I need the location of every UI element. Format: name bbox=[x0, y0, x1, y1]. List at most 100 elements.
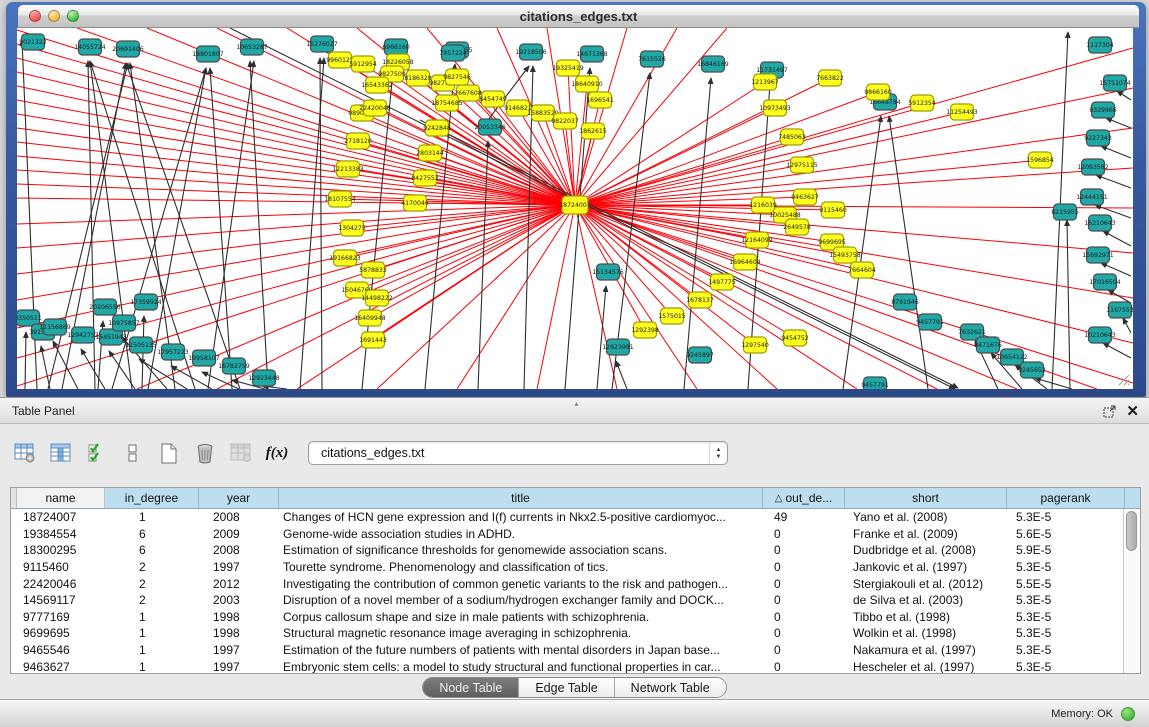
cell-year[interactable]: 2003 bbox=[199, 593, 279, 607]
graph-node[interactable]: 12923448 bbox=[248, 370, 280, 386]
graph-node[interactable]: 8215955 bbox=[1051, 204, 1079, 220]
graph-node[interactable]: 1304275 bbox=[338, 220, 366, 236]
cell-in_degree[interactable]: 1 bbox=[105, 610, 199, 624]
cell-short[interactable]: Dudbridge et al. (2008) bbox=[845, 543, 1007, 557]
cell-out_de[interactable]: 0 bbox=[763, 610, 845, 624]
cell-name[interactable]: 19384554 bbox=[17, 527, 105, 541]
column-header-out_de[interactable]: △out_de... bbox=[763, 488, 845, 508]
graph-node[interactable]: 15134576 bbox=[592, 264, 624, 280]
black-edge[interactable] bbox=[210, 68, 232, 389]
graph-node[interactable]: 1297540 bbox=[741, 337, 769, 353]
graph-node[interactable]: 15493758 bbox=[829, 247, 861, 263]
graph-node[interactable]: 12975115 bbox=[786, 157, 818, 173]
graph-node[interactable]: 17957223 bbox=[157, 344, 189, 360]
cell-short[interactable]: Tibbo et al. (1998) bbox=[845, 610, 1007, 624]
graph-node[interactable]: 18801807 bbox=[192, 46, 224, 62]
graph-node[interactable]: 9021322 bbox=[19, 34, 47, 50]
cell-title[interactable]: Changes of HCN gene expression and I(f) … bbox=[279, 510, 763, 524]
cell-year[interactable]: 2012 bbox=[199, 577, 279, 591]
cell-in_degree[interactable]: 1 bbox=[105, 510, 199, 524]
table-row[interactable]: 969969511998Structural magnetic resonanc… bbox=[11, 625, 1140, 642]
black-edge[interactable] bbox=[53, 341, 78, 389]
graph-node[interactable]: 7663822 bbox=[816, 70, 844, 86]
cell-pagerank[interactable]: 5.3E-5 bbox=[1007, 560, 1125, 574]
graph-node[interactable]: 10653287 bbox=[236, 39, 268, 55]
cell-title[interactable]: Genome-wide association studies in ADHD. bbox=[279, 527, 763, 541]
graph-node[interactable]: 9827546 bbox=[443, 69, 471, 85]
graph-node[interactable]: 12942757 bbox=[67, 327, 99, 343]
cell-title[interactable]: Estimation of significance thresholds fo… bbox=[279, 543, 763, 557]
black-edge[interactable] bbox=[1067, 220, 1070, 389]
table-row[interactable]: 2242004622012Investigating the contribut… bbox=[11, 575, 1140, 592]
graph-node[interactable]: 1292398 bbox=[631, 322, 659, 338]
graph-node[interactable]: 8427552 bbox=[411, 170, 439, 186]
graph-node[interactable]: 14671368 bbox=[576, 46, 608, 62]
column-header-pagerank[interactable]: pagerank bbox=[1007, 488, 1125, 508]
hub-node[interactable]: 18724007 bbox=[559, 196, 591, 214]
graph-node[interactable]: 1497775 bbox=[708, 274, 736, 290]
graph-node[interactable]: 9242848 bbox=[423, 120, 451, 136]
graph-node[interactable]: 19325419 bbox=[552, 60, 584, 76]
graph-node[interactable]: 17359924 bbox=[130, 294, 162, 310]
panel-resize-grip[interactable]: ▴ bbox=[575, 399, 579, 408]
cell-title[interactable]: Tourette syndrome. Phenomenology and cla… bbox=[279, 560, 763, 574]
graph-node[interactable]: 5878833 bbox=[359, 262, 387, 278]
graph-node[interactable]: 1167553 bbox=[1106, 302, 1133, 318]
graph-node[interactable]: 9329966 bbox=[1089, 102, 1117, 118]
table-row[interactable]: 1872400712008Changes of HCN gene express… bbox=[11, 509, 1140, 526]
minimize-window-button[interactable] bbox=[48, 10, 60, 22]
graph-node[interactable]: 20691406 bbox=[112, 41, 144, 57]
cell-name[interactable]: 18724007 bbox=[17, 510, 105, 524]
black-edge[interactable] bbox=[171, 366, 212, 389]
red-edge[interactable] bbox=[17, 205, 575, 248]
cell-name[interactable]: 9115460 bbox=[17, 560, 105, 574]
graph-node[interactable]: 16782759 bbox=[218, 358, 250, 374]
graph-node[interactable]: 9866160 bbox=[864, 84, 892, 100]
cell-pagerank[interactable]: 5.3E-5 bbox=[1007, 593, 1125, 607]
graph-node[interactable]: 11156869 bbox=[39, 319, 71, 335]
tab-edge-table[interactable]: Edge Table bbox=[519, 678, 614, 697]
black-edge[interactable] bbox=[1101, 146, 1131, 158]
graph-node[interactable]: 2803144 bbox=[416, 145, 444, 161]
red-edge[interactable] bbox=[575, 205, 697, 389]
cell-in_degree[interactable]: 2 bbox=[105, 593, 199, 607]
zoom-window-button[interactable] bbox=[67, 10, 79, 22]
graph-node[interactable]: 4170046 bbox=[401, 195, 429, 211]
cell-out_de[interactable]: 0 bbox=[763, 543, 845, 557]
graph-node[interactable]: 20206556 bbox=[89, 299, 121, 315]
column-header-in_degree[interactable]: in_degree bbox=[105, 488, 199, 508]
black-edge[interactable] bbox=[1106, 118, 1131, 128]
cell-title[interactable]: Disruption of a novel member of a sodium… bbox=[279, 593, 763, 607]
cell-short[interactable]: Jankovic et al. (1997) bbox=[845, 560, 1007, 574]
graph-node[interactable]: 15692971 bbox=[1082, 247, 1114, 263]
table-row[interactable]: 1938455462009Genome-wide association stu… bbox=[11, 526, 1140, 543]
graph-node[interactable]: 18754685 bbox=[431, 95, 463, 111]
table-row[interactable]: 911546021997Tourette syndrome. Phenomeno… bbox=[11, 559, 1140, 576]
graph-node[interactable]: 9227343 bbox=[1084, 130, 1112, 146]
graph-node[interactable]: 8471676 bbox=[974, 337, 1002, 353]
graph-node[interactable]: 11254493 bbox=[946, 104, 978, 120]
black-edge[interactable] bbox=[1103, 231, 1131, 246]
red-edge[interactable] bbox=[575, 112, 962, 205]
cell-year[interactable]: 2008 bbox=[199, 510, 279, 524]
column-selection-button[interactable] bbox=[82, 437, 112, 469]
column-header-name[interactable]: name bbox=[17, 488, 105, 508]
graph-node[interactable]: 19166823 bbox=[329, 250, 361, 266]
cell-title[interactable]: Structural magnetic resonance image aver… bbox=[279, 626, 763, 640]
black-edge[interactable] bbox=[1103, 343, 1131, 358]
graph-node[interactable]: 22420046 bbox=[359, 100, 391, 116]
cell-title[interactable]: Embryonic stem cells: a model to study s… bbox=[279, 660, 763, 673]
graph-node[interactable]: 6966160 bbox=[382, 39, 410, 55]
cell-in_degree[interactable]: 6 bbox=[105, 527, 199, 541]
graph-node[interactable]: 19218506 bbox=[515, 44, 547, 60]
tab-network-table[interactable]: Network Table bbox=[615, 678, 726, 697]
red-edge[interactable] bbox=[537, 205, 575, 389]
graph-node[interactable]: 1696541 bbox=[586, 92, 614, 108]
graph-node[interactable]: 15751074 bbox=[1099, 75, 1131, 91]
black-edge[interactable] bbox=[616, 361, 627, 389]
column-header-year[interactable]: year bbox=[199, 488, 279, 508]
table-row[interactable]: 1830029562008Estimation of significance … bbox=[11, 542, 1140, 559]
black-edge[interactable] bbox=[1123, 318, 1131, 333]
cell-pagerank[interactable]: 5.3E-5 bbox=[1007, 626, 1125, 640]
close-window-button[interactable] bbox=[29, 10, 41, 22]
